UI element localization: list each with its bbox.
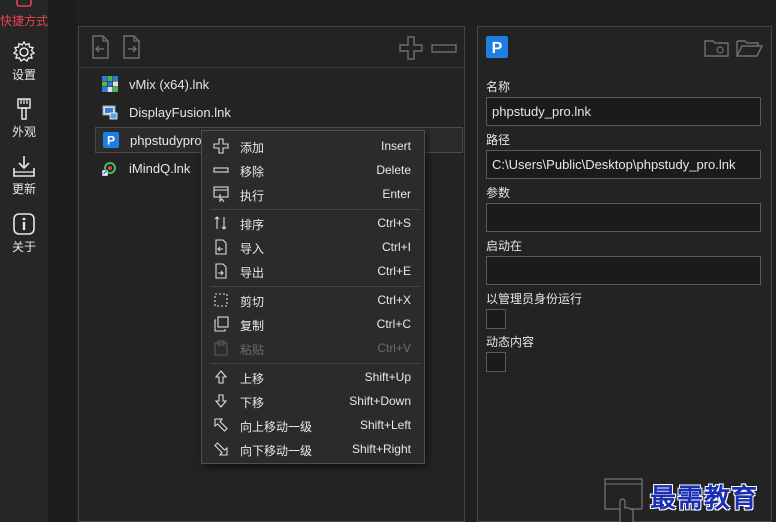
minus-icon: [213, 162, 229, 178]
cut-icon: [213, 292, 229, 308]
list-item-label: vMix (x64).lnk: [129, 76, 210, 92]
shortcut-icon: [0, 0, 48, 10]
startin-field[interactable]: [486, 256, 761, 285]
run-as-admin-checkbox[interactable]: [486, 309, 506, 329]
info-icon: [0, 212, 48, 236]
download-icon: [0, 154, 48, 178]
add-icon[interactable]: [399, 36, 423, 63]
menu-item-copy[interactable]: 复制 Ctrl+C: [202, 312, 424, 336]
sort-icon: [213, 215, 229, 231]
list-item-label: iMindQ.lnk: [129, 160, 191, 176]
list-item-label: DisplayFusion.lnk: [129, 104, 231, 120]
nav-item-update[interactable]: 更新: [0, 154, 48, 197]
arrow-down-icon: [213, 393, 229, 409]
displayfusion-icon: [101, 103, 119, 121]
list-item-label: phpstudypro: [130, 132, 202, 148]
path-label: 路径: [486, 133, 511, 147]
name-field[interactable]: phpstudy_pro.lnk: [486, 97, 761, 126]
vmix-icon: [101, 75, 119, 93]
menu-separator: [210, 286, 420, 287]
toolbar-divider: [79, 67, 464, 68]
svg-text:P: P: [107, 134, 115, 148]
nav-item-settings[interactable]: 设置: [0, 40, 48, 83]
list-item[interactable]: vMix (x64).lnk: [95, 71, 463, 97]
copy-icon: [213, 316, 229, 332]
arrow-down-right-icon: [213, 441, 229, 457]
phpstudy-icon: P: [102, 131, 120, 149]
folder-icon[interactable]: [704, 38, 730, 61]
open-folder-icon[interactable]: [736, 38, 764, 61]
svg-text:P: P: [492, 40, 503, 57]
menu-item-import[interactable]: 导入 Ctrl+I: [202, 235, 424, 259]
menu-item-add[interactable]: 添加 Insert: [202, 134, 424, 158]
menu-item-paste[interactable]: 粘贴 Ctrl+V: [202, 336, 424, 360]
remove-icon[interactable]: [431, 42, 457, 57]
arrow-up-icon: [213, 369, 229, 385]
args-label: 参数: [486, 186, 511, 200]
list-item[interactable]: DisplayFusion.lnk: [95, 99, 463, 125]
brush-icon: [0, 97, 48, 121]
menu-item-run[interactable]: 执行 Enter: [202, 182, 424, 206]
shortcut-details-panel: P 名称 phpstudy_pro.lnk 路径 C:\Users\Public…: [477, 26, 772, 522]
menu-separator: [210, 209, 420, 210]
menu-separator: [210, 363, 420, 364]
menu-item-remove[interactable]: 移除 Delete: [202, 158, 424, 182]
nav-item-about[interactable]: 关于: [0, 212, 48, 255]
menu-item-move-down[interactable]: 下移 Shift+Down: [202, 389, 424, 413]
startin-label: 启动在: [486, 239, 523, 253]
context-menu: 添加 Insert 移除 Delete 执行 Enter 排序 Ctrl+S 导…: [201, 130, 425, 464]
paste-icon: [213, 340, 229, 356]
run-as-admin-label: 以管理员身份运行: [486, 292, 583, 306]
menu-item-cut[interactable]: 剪切 Ctrl+X: [202, 288, 424, 312]
export-file-icon[interactable]: [121, 35, 143, 62]
menu-item-export[interactable]: 导出 Ctrl+E: [202, 259, 424, 283]
dynamic-content-checkbox[interactable]: [486, 352, 506, 372]
run-icon: [213, 186, 229, 202]
menu-item-sort[interactable]: 排序 Ctrl+S: [202, 211, 424, 235]
watermark-text: 最需教育: [650, 484, 759, 514]
export-icon: [213, 263, 229, 279]
nav-label-about: 关于: [11, 240, 36, 254]
args-field[interactable]: [486, 203, 761, 232]
name-label: 名称: [486, 80, 511, 94]
plus-icon: [213, 138, 229, 154]
nav-label-shortcuts: 快捷方式: [0, 14, 49, 28]
menu-item-move-down-level[interactable]: 向下移动一级 Shift+Right: [202, 437, 424, 461]
arrow-up-left-icon: [213, 417, 229, 433]
menu-item-move-up[interactable]: 上移 Shift+Up: [202, 365, 424, 389]
nav-item-appearance[interactable]: 外观: [0, 97, 48, 140]
imindq-icon: [101, 159, 119, 177]
nav-label-settings: 设置: [11, 68, 36, 82]
watermark-logo-icon: [604, 478, 644, 522]
watermark: 最需教育: [604, 474, 776, 522]
nav-gutter: [48, 0, 76, 522]
import-file-icon[interactable]: [89, 35, 111, 62]
menu-item-move-up-level[interactable]: 向上移动一级 Shift+Left: [202, 413, 424, 437]
nav-label-update: 更新: [11, 182, 36, 196]
nav-item-shortcuts[interactable]: 快捷方式: [0, 0, 48, 29]
path-field[interactable]: C:\Users\Public\Desktop\phpstudy_pro.lnk: [486, 150, 761, 179]
left-nav: 快捷方式 设置 外观 更新 关于: [0, 0, 48, 522]
phpstudy-large-icon: P: [486, 36, 508, 61]
gear-icon: [0, 40, 48, 64]
nav-label-appearance: 外观: [11, 125, 36, 139]
dynamic-content-label: 动态内容: [486, 335, 535, 349]
import-icon: [213, 239, 229, 255]
